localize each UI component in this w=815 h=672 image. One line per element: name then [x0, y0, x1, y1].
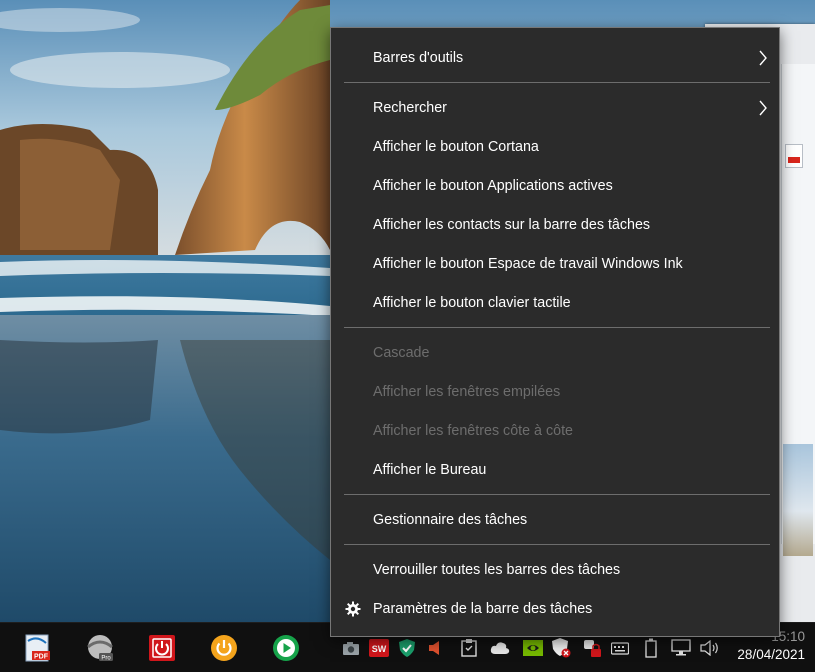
keyboard-tray-icon[interactable]	[609, 636, 631, 660]
menu-separator	[344, 82, 770, 83]
menu-item-label: Barres d'outils	[373, 50, 464, 66]
menu-item-label: Verrouiller toutes les barres des tâches	[373, 562, 621, 578]
menu-item-label: Afficher les fenêtres côte à côte	[373, 423, 574, 439]
shield-check-tray-icon[interactable]	[396, 636, 418, 660]
taskbar-app-red-power[interactable]	[138, 623, 186, 672]
menu-separator	[344, 544, 770, 545]
menu-item-show-desktop[interactable]: Afficher le Bureau	[331, 452, 779, 488]
chevron-right-icon	[756, 40, 770, 76]
chevron-right-icon	[756, 90, 770, 126]
menu-item-toolbars[interactable]: Barres d'outils	[331, 40, 779, 76]
menu-item-label: Afficher les fenêtres empilées	[373, 384, 561, 400]
menu-item-label: Afficher le bouton clavier tactile	[373, 295, 571, 311]
menu-item-task-manager[interactable]: Gestionnaire des tâches	[331, 502, 779, 538]
orange-power-app-icon	[211, 634, 237, 661]
network-tray-icon[interactable]	[670, 636, 692, 660]
menu-item-stacked-windows: Afficher les fenêtres empilées	[331, 374, 779, 410]
menu-item-show-touch-keyboard[interactable]: Afficher le bouton clavier tactile	[331, 285, 779, 321]
red-power-app-icon	[149, 634, 175, 661]
menu-item-cascade: Cascade	[331, 335, 779, 371]
menu-item-label: Afficher le Bureau	[373, 462, 487, 478]
taskbar-app-orange-power[interactable]	[200, 623, 248, 672]
menu-item-show-windows-ink[interactable]: Afficher le bouton Espace de travail Win…	[331, 246, 779, 282]
svg-text:PDF: PDF	[34, 653, 49, 660]
nvidia-tray-icon[interactable]	[522, 636, 544, 660]
speaker-red-tray-icon[interactable]	[424, 636, 446, 660]
menu-item-label: Rechercher	[373, 100, 447, 116]
gear-icon	[344, 591, 362, 627]
menu-item-side-by-side-windows: Afficher les fenêtres côte à côte	[331, 413, 779, 449]
taskbar-app-green-play[interactable]	[262, 623, 310, 672]
sw-tray-icon[interactable]: SW	[368, 636, 390, 660]
taskbar-app-pro[interactable]: Pro	[76, 623, 124, 672]
lock-tray-icon[interactable]	[581, 636, 603, 660]
menu-separator	[344, 494, 770, 495]
menu-item-search[interactable]: Rechercher	[331, 90, 779, 126]
photo-thumbnail	[783, 444, 813, 556]
menu-item-label: Gestionnaire des tâches	[373, 512, 528, 528]
camera-tray-icon[interactable]	[340, 636, 362, 660]
menu-item-show-task-view-button[interactable]: Afficher le bouton Applications actives	[331, 168, 779, 204]
clock-date: 28/04/2021	[737, 647, 805, 662]
taskbar-app-pdf[interactable]: PDF	[14, 623, 62, 672]
menu-item-label: Afficher les contacts sur la barre des t…	[373, 217, 651, 233]
pdf-app-icon: PDF	[25, 634, 50, 661]
green-play-app-icon	[273, 634, 299, 661]
menu-item-taskbar-settings[interactable]: Paramètres de la barre des tâches	[331, 591, 779, 627]
menu-item-show-people[interactable]: Afficher les contacts sur la barre des t…	[331, 207, 779, 243]
svg-text:SW: SW	[372, 644, 387, 654]
menu-item-label: Afficher le bouton Applications actives	[373, 178, 613, 194]
menu-item-lock-taskbars[interactable]: Verrouiller toutes les barres des tâches	[331, 552, 779, 588]
pdf-thumbnail-icon	[785, 144, 803, 168]
menu-item-show-cortana-button[interactable]: Afficher le bouton Cortana	[331, 129, 779, 165]
pro-disc-app-icon: Pro	[87, 634, 113, 661]
menu-item-label: Afficher le bouton Cortana	[373, 139, 539, 155]
menu-item-label: Paramètres de la barre des tâches	[373, 601, 593, 617]
clipboard-tray-icon[interactable]	[458, 636, 480, 660]
cloud-tray-icon[interactable]	[489, 636, 511, 660]
taskbar-context-menu: Barres d'outils Rechercher Afficher le b…	[330, 27, 780, 637]
menu-separator	[344, 327, 770, 328]
menu-item-label: Afficher le bouton Espace de travail Win…	[373, 256, 683, 272]
menu-item-label: Cascade	[373, 345, 430, 361]
svg-text:Pro: Pro	[101, 655, 111, 661]
volume-tray-icon[interactable]	[699, 636, 721, 660]
battery-tray-icon[interactable]	[640, 636, 662, 660]
security-shield-tray-icon[interactable]	[551, 636, 573, 660]
